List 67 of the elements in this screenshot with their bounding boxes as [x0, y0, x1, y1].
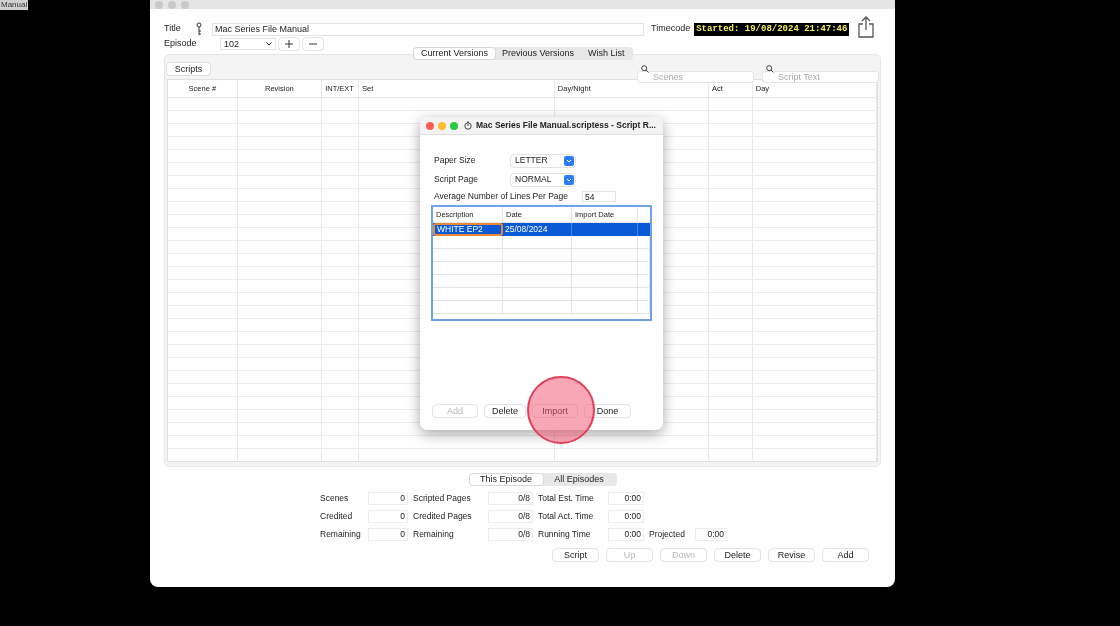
search-icon — [641, 64, 649, 73]
stat-label: Projected — [649, 528, 686, 541]
minimize-icon[interactable] — [438, 121, 446, 130]
remove-episode-button[interactable] — [303, 38, 323, 50]
segment-tab[interactable]: Previous Versions — [495, 48, 582, 59]
table-cell: WHITE EP2 — [433, 223, 503, 236]
field-label: Script Page — [434, 173, 479, 186]
stat-label: Total Act. Time — [538, 510, 595, 523]
timecode-display: Started: 19/08/2024 21:47:46 — [694, 22, 850, 36]
stopwatch-icon — [464, 121, 472, 130]
share-icon[interactable] — [857, 16, 876, 38]
dialog-title: Mac Series File Manual.scriptess - Script R... — [476, 119, 656, 132]
plus-icon — [285, 40, 293, 48]
scripts-button[interactable]: Scripts — [167, 62, 210, 75]
segment-tab[interactable]: Wish List — [581, 48, 632, 59]
table-cell: 25/08/2024 — [503, 223, 572, 236]
stat-value: 0:00 — [608, 492, 644, 505]
search-icon — [766, 64, 774, 73]
field-label: Timecode — [651, 22, 691, 36]
desktop-label: Manual — [0, 0, 29, 10]
stat-label: Total Est. Time — [538, 492, 595, 505]
add-episode-button[interactable] — [279, 38, 299, 50]
stat-label: Remaining — [413, 528, 455, 541]
chevron-down-icon — [564, 174, 574, 185]
push-button[interactable]: Import — [533, 405, 577, 417]
segment-tab[interactable]: All Episodes — [542, 474, 616, 485]
field-label: Average Number of Lines Per Page — [434, 190, 570, 203]
title-field[interactable]: Mac Series File Manual — [212, 22, 644, 36]
chevron-down-icon — [564, 155, 574, 166]
table-row[interactable]: WHITE EP2 25/08/2024 — [433, 223, 650, 236]
stat-value: 0:00 — [608, 510, 644, 523]
push-button[interactable]: Add — [823, 549, 868, 561]
push-button[interactable]: Revise — [769, 549, 814, 561]
paper-size-dropdown[interactable]: LETTER — [511, 154, 575, 167]
stat-value: 0:00 — [695, 528, 727, 541]
field-label: Title — [164, 22, 182, 36]
stat-value: 0/8 — [488, 492, 533, 505]
stat-value: 0:00 — [608, 528, 644, 541]
segment-tab[interactable]: This Episode — [469, 474, 543, 485]
chevron-down-icon — [266, 42, 272, 46]
search-field[interactable]: Scenes — [637, 71, 754, 84]
field-label: Paper Size — [434, 154, 477, 167]
stat-label: Remaining — [320, 528, 362, 541]
push-button[interactable]: Script — [553, 549, 598, 561]
stat-value: 0/8 — [488, 510, 533, 523]
field-label: Episode — [164, 37, 198, 51]
stat-label: Credited — [320, 510, 354, 523]
segment-tab[interactable]: Current Versions — [414, 48, 496, 59]
minus-icon — [309, 43, 317, 45]
stat-value: 0 — [368, 510, 408, 523]
script-page-dropdown[interactable]: NORMAL — [511, 173, 575, 186]
push-button[interactable]: Delete — [485, 405, 525, 417]
lines-field[interactable]: 54 — [582, 191, 616, 202]
stat-label: Scenes — [320, 492, 350, 505]
stat-label: Credited Pages — [413, 510, 473, 523]
push-button[interactable]: Done — [585, 405, 630, 417]
stat-label: Scripted Pages — [413, 492, 472, 505]
push-button[interactable]: Delete — [715, 549, 760, 561]
episode-dropdown[interactable]: 102 — [220, 38, 276, 50]
close-icon[interactable] — [426, 121, 434, 130]
stat-value: 0/8 — [488, 528, 533, 541]
search-field[interactable]: Script Text — [762, 71, 879, 84]
zoom-icon[interactable] — [450, 121, 458, 130]
key-icon — [196, 22, 202, 36]
stat-label: Running Time — [538, 528, 592, 541]
stat-value: 0 — [368, 492, 408, 505]
stat-value: 0 — [368, 528, 408, 541]
